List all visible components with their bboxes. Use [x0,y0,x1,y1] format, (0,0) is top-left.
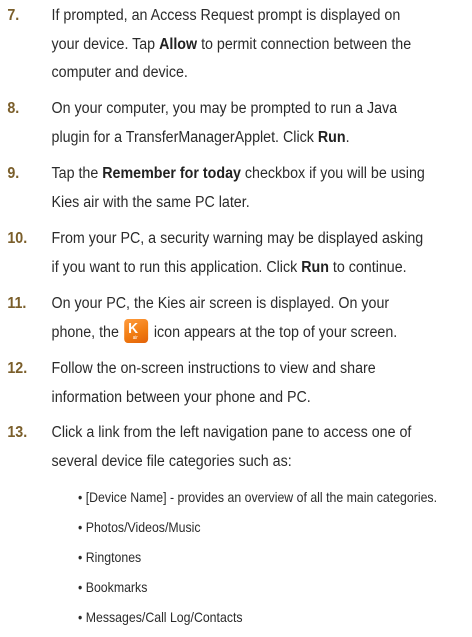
kies-air-icon: Kair [124,318,149,343]
step-line: On your computer, you may be prompted to… [51,100,398,117]
step-line: On your PC, the Kies air screen is displ… [51,295,390,312]
step-line: Kies air with the same PC later. [51,193,250,211]
step-number: 7. [7,7,20,24]
list-item: • [Device Name] - provides an overview o… [78,489,438,505]
step-line: several device file categories such as: [51,452,292,470]
step-line: if you want to run this application. Cli… [51,258,407,276]
step-line: information between your phone and PC. [51,388,311,406]
step-line: From your PC, a security warning may be … [51,230,424,247]
step-line: Click a link from the left navigation pa… [51,424,412,441]
list-item: • Bookmarks [78,579,148,595]
step-line: plugin for a TransferManagerApplet. Clic… [51,128,350,146]
step-number: 9. [7,165,20,182]
step-line: Follow the on-screen instructions to vie… [51,360,376,377]
list-item: • Ringtones [78,549,142,565]
list-item: • Messages/Call Log/Contacts [78,609,243,625]
step-line: Tap the Remember for today checkbox if y… [51,165,425,182]
step-number: 13. [7,424,28,441]
step-line: If prompted, an Access Request prompt is… [51,7,401,24]
step-number: 10. [7,230,28,247]
step-number: 8. [7,100,20,117]
step-line: phone, the Kair icon appears at the top of… [51,318,398,343]
step-line: your device. Tap Allow to permit connect… [51,35,412,53]
step-number: 11. [7,295,27,312]
step-number: 12. [7,360,28,377]
step-line: computer and device. [51,64,188,81]
list-item: • Photos/Videos/Music [78,519,201,535]
